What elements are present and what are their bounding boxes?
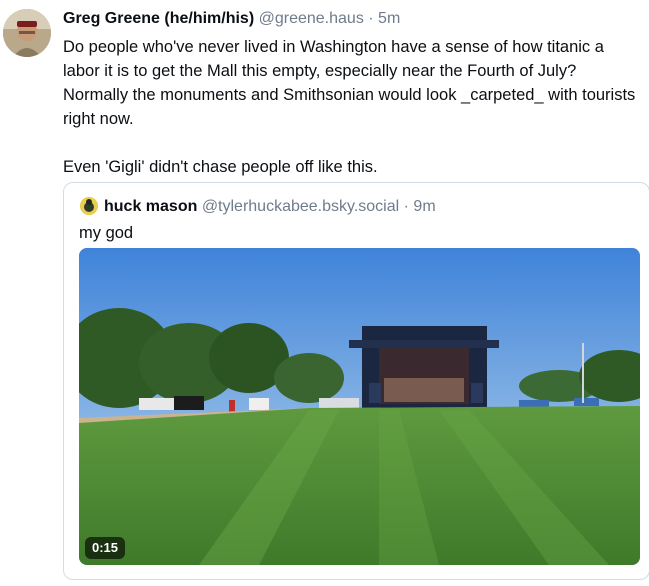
- video-duration-badge: 0:15: [85, 537, 126, 559]
- quoted-post[interactable]: huck mason @tylerhuckabee.bsky.social · …: [63, 182, 649, 580]
- post-paragraph: Do people who've never lived in Washingt…: [63, 38, 636, 128]
- quoted-author-avatar[interactable]: [80, 197, 98, 215]
- post-text: Do people who've never lived in Washingt…: [63, 35, 645, 179]
- video-player[interactable]: 0:15: [79, 248, 640, 565]
- post[interactable]: Greg Greene (he/him/his) @greene.haus · …: [0, 0, 649, 586]
- quoted-author-name[interactable]: huck mason: [104, 198, 197, 215]
- separator-dot: ·: [403, 198, 409, 215]
- author-name[interactable]: Greg Greene (he/him/his): [63, 10, 254, 27]
- author-handle[interactable]: @greene.haus: [259, 10, 364, 27]
- post-paragraph: Even 'Gigli' didn't chase people off lik…: [63, 158, 378, 176]
- post-header: Greg Greene (he/him/his) @greene.haus · …: [63, 8, 645, 30]
- quoted-post-text: my god: [79, 224, 134, 242]
- quoted-post-timestamp[interactable]: 9m: [413, 198, 435, 215]
- quoted-post-header: huck mason @tylerhuckabee.bsky.social · …: [104, 197, 436, 217]
- video-thumbnail: [79, 248, 640, 565]
- post-content: Greg Greene (he/him/his) @greene.haus · …: [63, 8, 645, 179]
- post-timestamp[interactable]: 5m: [378, 10, 400, 27]
- author-avatar[interactable]: [3, 9, 51, 57]
- separator-dot: ·: [368, 10, 374, 27]
- quoted-author-handle[interactable]: @tylerhuckabee.bsky.social: [202, 198, 399, 215]
